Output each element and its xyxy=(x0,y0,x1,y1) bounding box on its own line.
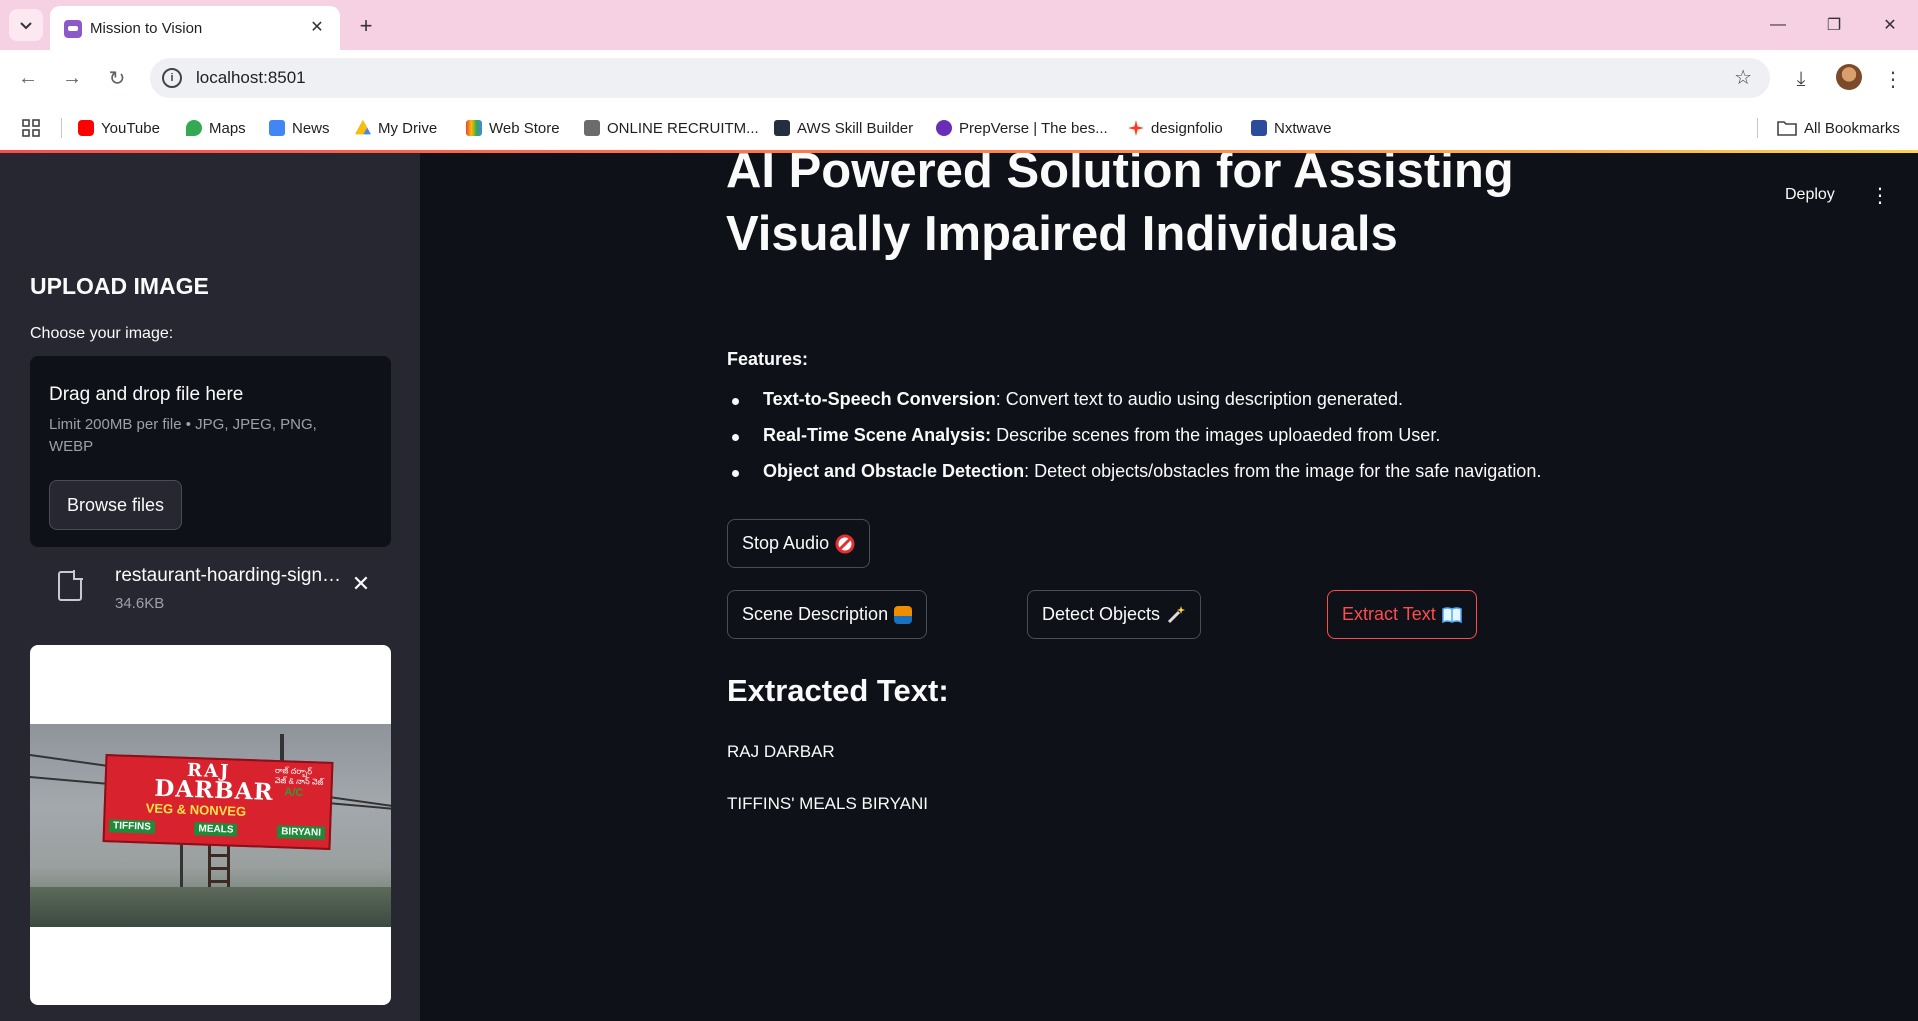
browser-toolbar: ← → ↻ i localhost:8501 ☆ ⤓ ⋮ xyxy=(0,50,1918,106)
list-item: Text-to-Speech Conversion: Convert text … xyxy=(727,389,1541,425)
uploader-label: Choose your image: xyxy=(30,325,174,342)
detect-objects-button[interactable]: Detect Objects xyxy=(1027,590,1202,639)
file-icon xyxy=(58,570,83,601)
bookmark-nxtwave[interactable]: Nxtwave xyxy=(1251,116,1332,140)
extracted-text-heading: Extracted Text: xyxy=(727,673,949,708)
open-book-icon xyxy=(1441,606,1462,623)
url-text[interactable]: localhost:8501 xyxy=(196,68,306,88)
list-item: Real-Time Scene Analysis: Describe scene… xyxy=(727,425,1541,461)
bookmark-web-store[interactable]: Web Store xyxy=(466,116,560,140)
prohibited-icon xyxy=(835,534,855,553)
minimize-icon[interactable]: — xyxy=(1758,10,1798,40)
bookmark-aws-skill-builder[interactable]: AWS Skill Builder xyxy=(774,116,913,140)
tab-title: Mission to Vision xyxy=(90,20,203,37)
features-list: Text-to-Speech Conversion: Convert text … xyxy=(727,389,1541,497)
site-info-icon[interactable]: i xyxy=(162,68,182,88)
browser-tabstrip: Mission to Vision ✕ + — ❐ ✕ xyxy=(0,0,1918,50)
reload-icon[interactable]: ↻ xyxy=(103,64,131,92)
news-icon xyxy=(269,120,285,136)
chevron-down-icon xyxy=(20,22,32,30)
bookmark-my-drive[interactable]: My Drive xyxy=(355,116,437,140)
extracted-text-line: TIFFINS' MEALS BIRYANI xyxy=(727,794,928,813)
bookmark-news[interactable]: News xyxy=(269,116,330,140)
features-label: Features: xyxy=(727,349,809,369)
folder-icon xyxy=(1777,121,1797,136)
tab-search-button[interactable] xyxy=(9,9,43,41)
remove-file-icon[interactable]: ✕ xyxy=(348,571,374,597)
stop-audio-button[interactable]: Stop Audio xyxy=(727,519,871,568)
app-menu-icon[interactable]: ⋮ xyxy=(1868,183,1892,207)
page-title-line2: Visually Impaired Individuals xyxy=(726,207,1398,261)
new-tab-icon[interactable]: + xyxy=(352,12,380,40)
magic-wand-icon xyxy=(1167,605,1186,623)
scene-icon xyxy=(894,605,913,624)
maps-icon xyxy=(186,120,202,136)
file-dropzone[interactable]: Drag and drop file here Limit 200MB per … xyxy=(30,356,391,547)
bookmark-star-icon[interactable]: ☆ xyxy=(1734,65,1752,90)
extracted-text-line: RAJ DARBAR xyxy=(727,742,835,761)
signboard: RAJ రాజ్ దర్బార్ వెజ్ & నాన్ వెజ్ DARBAR … xyxy=(102,754,334,850)
download-icon[interactable]: ⤓ xyxy=(1786,64,1816,94)
app-favicon-icon xyxy=(64,20,82,38)
sidebar-title: UPLOAD IMAGE xyxy=(30,273,209,299)
bookmark-prepverse[interactable]: PrepVerse | The bes... xyxy=(936,116,1108,140)
tab-close-icon[interactable]: ✕ xyxy=(306,16,328,38)
aws-icon xyxy=(774,120,790,136)
list-item: Object and Obstacle Detection: Detect ob… xyxy=(727,461,1541,497)
sidebar: UPLOAD IMAGE Choose your image: Drag and… xyxy=(0,153,420,1021)
restore-icon[interactable]: ❐ xyxy=(1814,10,1854,40)
browse-files-button[interactable]: Browse files xyxy=(49,480,182,530)
deploy-button[interactable]: Deploy xyxy=(1785,186,1835,204)
bookmark-youtube[interactable]: YouTube xyxy=(78,116,160,140)
youtube-icon xyxy=(78,120,94,136)
designfolio-icon xyxy=(1128,120,1144,136)
apps-grid-icon[interactable] xyxy=(22,116,40,140)
all-bookmarks[interactable]: All Bookmarks xyxy=(1777,116,1900,140)
browser-menu-icon[interactable]: ⋮ xyxy=(1878,64,1908,94)
extract-text-button[interactable]: Extract Text xyxy=(1327,590,1477,639)
file-size: 34.6KB xyxy=(115,595,165,612)
dropzone-title: Drag and drop file here xyxy=(49,384,244,405)
bookmark-designfolio[interactable]: designfolio xyxy=(1128,116,1223,140)
back-icon[interactable]: ← xyxy=(14,64,42,92)
signboard-photo: RAJ రాజ్ దర్బార్ వెజ్ & నాన్ వెజ్ DARBAR … xyxy=(30,724,391,927)
emblem-icon xyxy=(584,120,600,136)
file-name: restaurant-hoarding-signboard.jpg xyxy=(115,565,345,586)
main-content: Deploy ⋮ AI Powered Solution for Assisti… xyxy=(420,153,1918,1021)
address-bar[interactable]: i localhost:8501 ☆ xyxy=(150,58,1770,98)
nxtwave-icon xyxy=(1251,120,1267,136)
window-close-icon[interactable]: ✕ xyxy=(1870,10,1910,40)
web-store-icon xyxy=(466,120,482,136)
profile-avatar[interactable] xyxy=(1836,64,1862,90)
prepverse-icon xyxy=(936,120,952,136)
bookmark-maps[interactable]: Maps xyxy=(186,116,246,140)
browser-tab-active[interactable]: Mission to Vision ✕ xyxy=(50,6,340,50)
uploaded-file: restaurant-hoarding-signboard.jpg 34.6KB… xyxy=(30,557,391,617)
forward-icon[interactable]: → xyxy=(58,64,86,92)
scene-description-button[interactable]: Scene Description xyxy=(727,590,928,639)
drive-icon xyxy=(355,120,371,135)
uploaded-image-preview: RAJ రాజ్ దర్బార్ వెజ్ & నాన్ వెజ్ DARBAR … xyxy=(30,645,391,1005)
bookmarks-bar: YouTube Maps News My Drive Web Store ONL… xyxy=(0,106,1918,150)
bookmark-online-recruitment[interactable]: ONLINE RECRUITM... xyxy=(584,116,759,140)
dropzone-limit: Limit 200MB per file • JPG, JPEG, PNG, W… xyxy=(49,416,317,455)
